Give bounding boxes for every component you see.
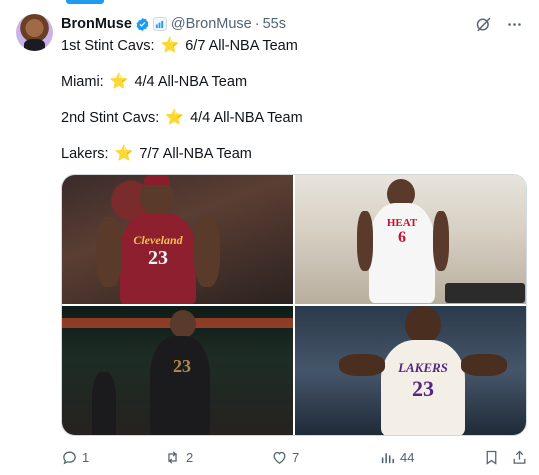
like-icon [271, 449, 288, 466]
bookmark-button[interactable] [483, 449, 500, 466]
line-label: 1st Stint Cavs: [61, 38, 155, 54]
line-value: 6/7 All-NBA Team [185, 38, 298, 54]
line-value: 7/7 All-NBA Team [139, 146, 252, 162]
line-value: 4/4 All-NBA Team [134, 74, 248, 90]
views-count: 44 [400, 449, 415, 465]
timestamp[interactable]: 55s [263, 16, 286, 32]
share-icon [511, 449, 528, 466]
like-count: 7 [292, 449, 300, 465]
tweet-line: Lakers: ⭐ 7/7 All-NBA Team [61, 145, 501, 163]
tweet-line: Miami: ⭐ 4/4 All-NBA Team [61, 73, 501, 91]
jersey-number: 6 [398, 229, 406, 246]
star-icon: ⭐ [165, 109, 185, 126]
jersey-number: 23 [148, 247, 168, 269]
reply-button[interactable]: 1 [61, 449, 89, 466]
bookmark-icon [483, 449, 500, 466]
repost-button[interactable]: 2 [163, 449, 193, 466]
line-value: 4/4 All-NBA Team [190, 110, 303, 126]
verified-badge-icon[interactable] [135, 17, 150, 32]
tweet-line: 2nd Stint Cavs: ⭐ 4/4 All-NBA Team [61, 109, 501, 127]
tweet-header: BronMuse @BronMuse · 55s [61, 14, 523, 34]
media-photo[interactable]: LAKERS 23 [295, 306, 526, 435]
media-grid: Cleveland 23 HEAT 6 23 LAKERS 23 [61, 174, 527, 436]
star-icon: ⭐ [114, 145, 134, 162]
star-icon: ⭐ [109, 73, 129, 90]
like-button[interactable]: 7 [271, 449, 299, 466]
jersey-number: 23 [173, 356, 191, 376]
views-button[interactable]: 44 [379, 449, 414, 466]
repost-icon [163, 449, 182, 466]
line-label: 2nd Stint Cavs: [61, 110, 160, 126]
separator-dot: · [254, 16, 260, 32]
jersey-wordmark: HEAT [386, 217, 418, 229]
media-photo[interactable]: Cleveland 23 [62, 175, 293, 304]
avatar[interactable] [16, 14, 53, 51]
author-name[interactable]: BronMuse [61, 16, 132, 32]
jersey-wordmark: LAKERS [398, 360, 448, 375]
star-icon: ⭐ [160, 37, 180, 54]
affiliate-badge-icon[interactable] [152, 17, 167, 31]
line-label: Miami: [61, 74, 104, 90]
repost-count: 2 [186, 449, 194, 465]
more-icon[interactable] [506, 16, 523, 33]
line-label: Lakers: [61, 146, 109, 162]
media-photo[interactable]: 23 [62, 306, 293, 435]
jersey-number: 23 [412, 376, 434, 401]
media-photo[interactable]: HEAT 6 [295, 175, 526, 304]
reply-count: 1 [82, 449, 90, 465]
tweet-actions: 1 2 7 44 [61, 447, 527, 467]
tweet-line: 1st Stint Cavs: ⭐ 6/7 All-NBA Team [61, 37, 501, 55]
tweet[interactable]: BronMuse @BronMuse · 55s 1st Stint Cavs:… [0, 0, 539, 475]
reply-icon [61, 449, 78, 466]
author-handle[interactable]: @BronMuse [171, 16, 252, 32]
tweet-text: 1st Stint Cavs: ⭐ 6/7 All-NBA Team Miami… [61, 37, 501, 181]
views-icon [379, 449, 396, 466]
share-button[interactable] [511, 449, 528, 466]
jersey-wordmark: Cleveland [133, 233, 183, 247]
grok-icon[interactable] [475, 16, 492, 33]
